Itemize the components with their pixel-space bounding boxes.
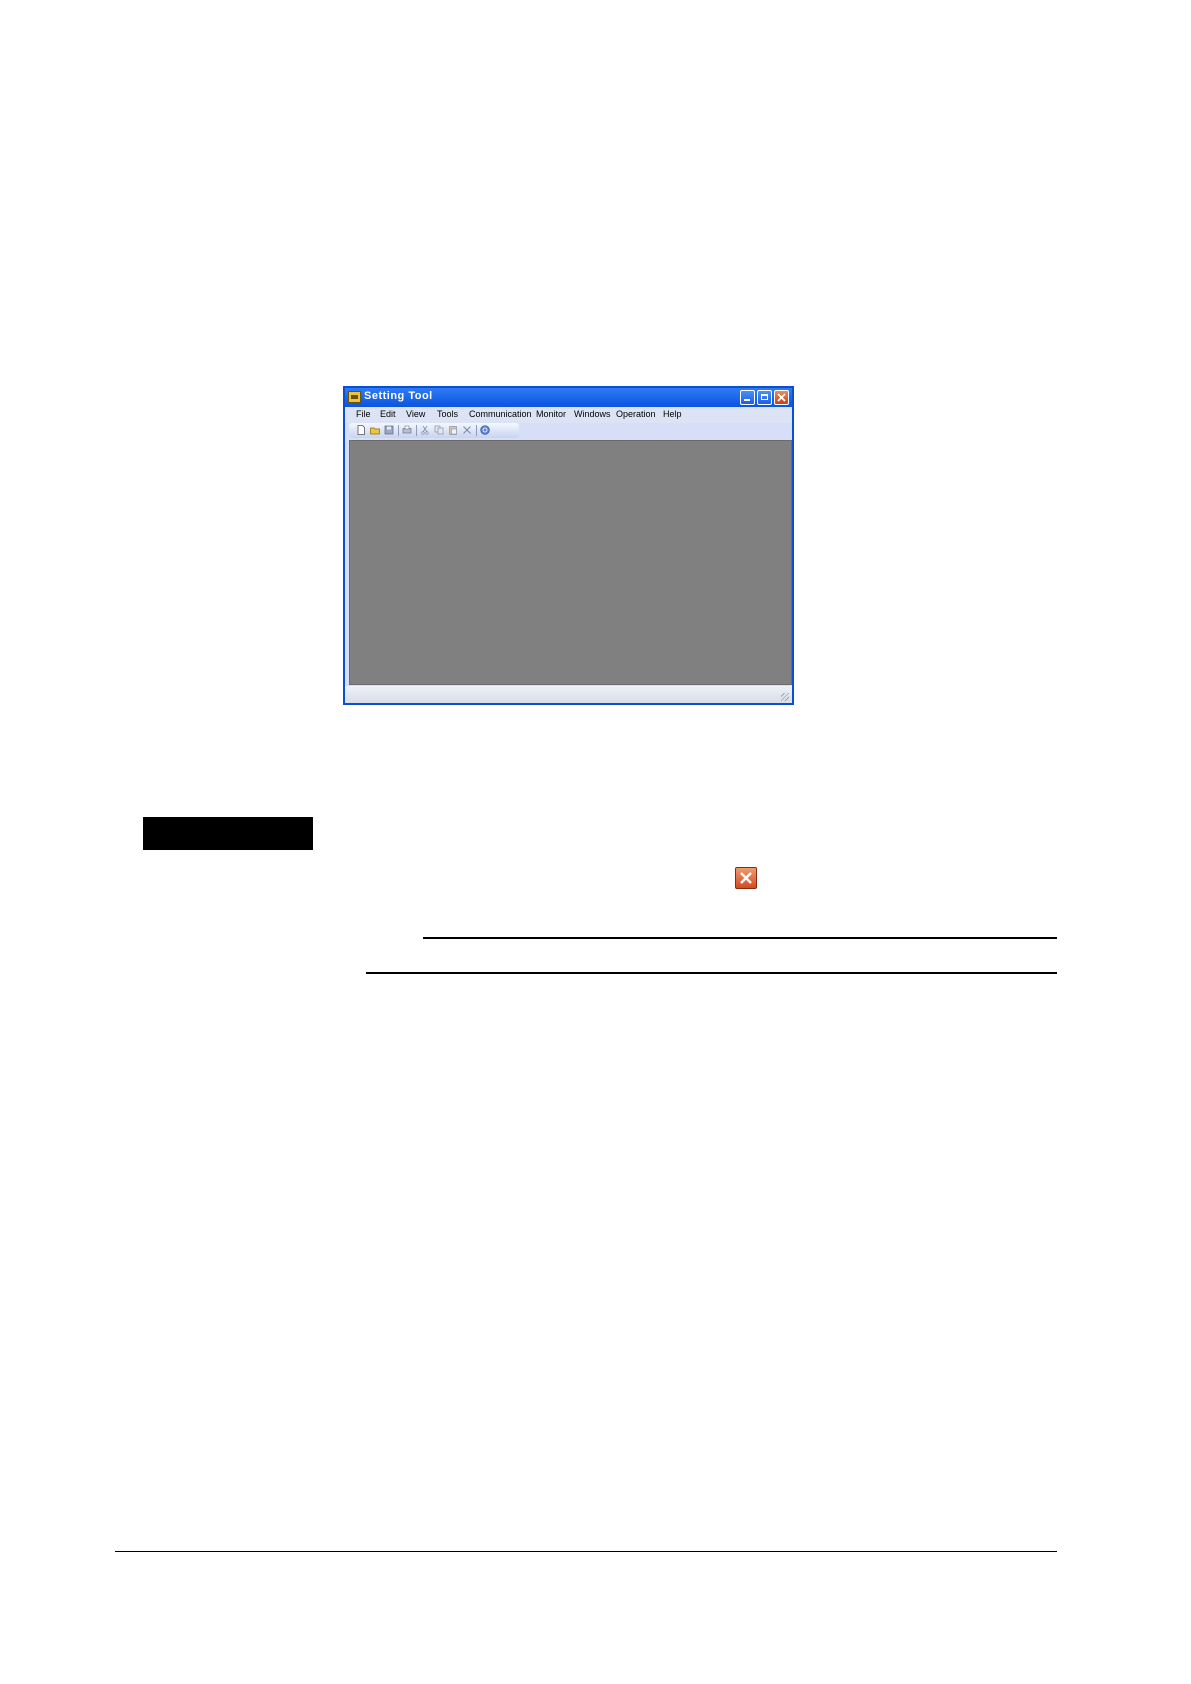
menu-file[interactable]: File — [356, 409, 371, 419]
resize-grip-icon[interactable] — [781, 693, 789, 701]
toolbar-separator — [476, 425, 477, 436]
print-icon[interactable] — [402, 425, 412, 435]
minimize-button[interactable] — [740, 390, 755, 405]
menu-view[interactable]: View — [406, 409, 425, 419]
app-icon — [348, 391, 361, 403]
toolbar — [349, 423, 519, 438]
toolbar-separator — [398, 425, 399, 436]
setting-tool-window: Setting Tool File Edit View Tools Commun… — [343, 386, 794, 705]
menu-windows[interactable]: Windows — [574, 409, 611, 419]
mdi-client-area — [349, 440, 792, 685]
paste-icon[interactable] — [448, 425, 458, 435]
delete-icon[interactable] — [462, 425, 472, 435]
menu-monitor[interactable]: Monitor — [536, 409, 566, 419]
section-label-box — [143, 817, 313, 850]
divider — [423, 937, 1057, 939]
status-bar — [345, 686, 792, 703]
toolbar-separator — [416, 425, 417, 436]
menu-help[interactable]: Help — [663, 409, 682, 419]
copy-icon[interactable] — [434, 425, 444, 435]
close-icon — [777, 393, 786, 402]
close-button[interactable] — [774, 390, 789, 405]
menu-communication[interactable]: Communication — [469, 409, 532, 419]
menu-operation[interactable]: Operation — [616, 409, 656, 419]
footer-divider — [115, 1551, 1057, 1552]
cut-icon[interactable] — [420, 425, 430, 435]
new-file-icon[interactable] — [356, 425, 366, 435]
close-icon — [735, 867, 757, 889]
divider — [366, 972, 1057, 974]
maximize-button[interactable] — [757, 390, 772, 405]
open-folder-icon[interactable] — [370, 425, 380, 435]
help-icon[interactable] — [480, 425, 490, 435]
menu-edit[interactable]: Edit — [380, 409, 396, 419]
title-bar[interactable]: Setting Tool — [345, 388, 792, 407]
menu-bar: File Edit View Tools Communication Monit… — [345, 407, 792, 423]
save-icon[interactable] — [384, 425, 394, 435]
window-title: Setting Tool — [364, 390, 433, 402]
menu-tools[interactable]: Tools — [437, 409, 458, 419]
